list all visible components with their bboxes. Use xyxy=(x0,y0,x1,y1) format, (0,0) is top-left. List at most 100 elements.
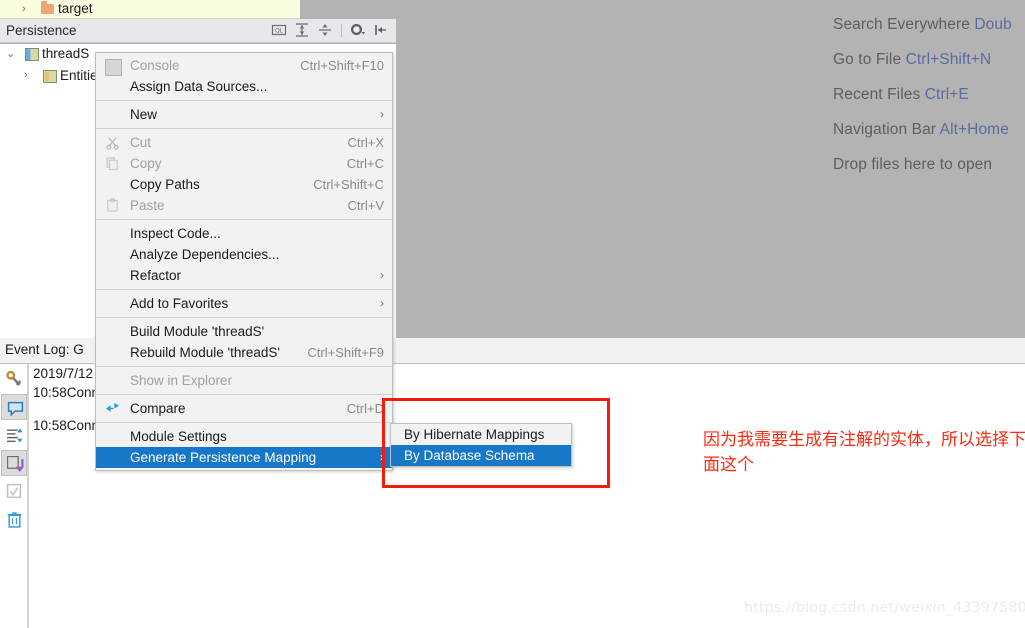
clipboard-icon xyxy=(105,198,120,213)
menu-item-shortcut: Ctrl+D xyxy=(346,401,384,416)
menu-item-label: Analyze Dependencies... xyxy=(130,247,280,262)
menu-separator xyxy=(96,219,392,220)
settings-wrench-icon[interactable] xyxy=(1,366,27,392)
chevron-right-icon[interactable]: › xyxy=(22,3,26,15)
menu-item-module-settings[interactable]: Module Settings xyxy=(96,426,392,447)
menu-item-label: Compare xyxy=(130,401,186,416)
menu-item-shortcut: Ctrl+X xyxy=(347,135,384,150)
console-icon xyxy=(105,59,122,76)
submenu-item-by-database-schema[interactable]: By Database Schema xyxy=(391,445,571,466)
menu-item-label: Paste xyxy=(130,198,165,213)
menu-item-paste[interactable]: Paste Ctrl+V xyxy=(96,195,392,216)
module-icon xyxy=(25,48,39,61)
hint-row-recent-files: Recent Files Ctrl+E xyxy=(833,86,1025,104)
settings-gear-icon[interactable] xyxy=(350,22,366,38)
speech-bubble-icon[interactable] xyxy=(1,394,27,420)
menu-item-build-module[interactable]: Build Module 'threadS' xyxy=(96,321,392,342)
expand-filter-icon[interactable] xyxy=(1,422,27,448)
sql-console-icon[interactable]: QL xyxy=(271,22,287,38)
svg-text:QL: QL xyxy=(275,28,284,35)
menu-item-label: Build Module 'threadS' xyxy=(130,324,265,339)
menu-item-add-to-favorites[interactable]: Add to Favorites › xyxy=(96,293,392,314)
chevron-right-icon: › xyxy=(380,107,384,121)
persistence-title: Persistence xyxy=(6,23,77,38)
hint-label: Drop files here to open xyxy=(833,156,993,173)
context-menu[interactable]: Console Ctrl+Shift+F10 Assign Data Sourc… xyxy=(95,52,393,471)
generate-persistence-mapping-submenu[interactable]: By Hibernate Mappings By Database Schema xyxy=(390,423,572,467)
hint-shortcut: Ctrl+Shift+N xyxy=(905,51,992,68)
chevron-right-icon: › xyxy=(380,450,384,464)
menu-item-label: Copy xyxy=(130,156,162,171)
menu-item-label: Copy Paths xyxy=(130,177,200,192)
menu-separator xyxy=(96,394,392,395)
menu-separator xyxy=(96,289,392,290)
menu-item-console[interactable]: Console Ctrl+Shift+F10 xyxy=(96,55,392,76)
menu-item-label: Console xyxy=(130,58,180,73)
menu-item-cut[interactable]: Cut Ctrl+X xyxy=(96,132,392,153)
hint-label: Go to File xyxy=(833,51,906,68)
hint-row-drop-files: Drop files here to open xyxy=(833,156,1025,174)
soft-wrap-icon[interactable] xyxy=(1,450,27,476)
hint-row-go-to-file: Go to File Ctrl+Shift+N xyxy=(833,51,1025,69)
menu-separator xyxy=(96,422,392,423)
toolbar-divider xyxy=(341,23,342,37)
persistence-tree-item-label: Entitie xyxy=(60,68,98,83)
menu-separator xyxy=(96,100,392,101)
menu-item-label: Rebuild Module 'threadS' xyxy=(130,345,280,360)
menu-separator xyxy=(96,317,392,318)
scissors-icon xyxy=(105,135,120,150)
submenu-item-by-hibernate-mappings[interactable]: By Hibernate Mappings xyxy=(391,424,571,445)
menu-item-shortcut: Ctrl+Shift+F10 xyxy=(300,58,384,73)
menu-separator xyxy=(96,128,392,129)
persistence-toolbar: QL xyxy=(271,22,389,38)
chevron-right-icon[interactable]: › xyxy=(24,69,28,81)
entities-icon xyxy=(43,70,57,83)
menu-item-copy[interactable]: Copy Ctrl+C xyxy=(96,153,392,174)
menu-item-label: Generate Persistence Mapping xyxy=(130,450,317,465)
checkbox-icon[interactable] xyxy=(1,478,27,504)
hint-label: Navigation Bar xyxy=(833,121,940,138)
submenu-item-label: By Hibernate Mappings xyxy=(404,427,545,442)
menu-item-label: Inspect Code... xyxy=(130,226,221,241)
event-log-header: Event Log: G xyxy=(0,341,96,361)
menu-item-label: Assign Data Sources... xyxy=(130,79,268,94)
menu-item-shortcut: Ctrl+V xyxy=(347,198,384,213)
menu-item-copy-paths[interactable]: Copy Paths Ctrl+Shift+C xyxy=(96,174,392,195)
persistence-tool-window-header: Persistence QL xyxy=(0,19,396,43)
menu-item-label: Cut xyxy=(130,135,152,150)
menu-item-label: Module Settings xyxy=(130,429,227,444)
hint-label: Search Everywhere xyxy=(833,16,975,33)
menu-item-inspect-code[interactable]: Inspect Code... xyxy=(96,223,392,244)
hint-label: Recent Files xyxy=(833,86,925,103)
menu-item-show-in-explorer[interactable]: Show in Explorer xyxy=(96,370,392,391)
hide-panel-icon[interactable] xyxy=(373,22,389,38)
menu-item-analyze-dependencies[interactable]: Analyze Dependencies... xyxy=(96,244,392,265)
collapse-all-icon[interactable] xyxy=(317,22,333,38)
menu-item-compare[interactable]: Compare Ctrl+D xyxy=(96,398,392,419)
chevron-down-icon[interactable]: ⌄ xyxy=(6,47,15,60)
menu-item-label: New xyxy=(130,107,158,122)
menu-item-label: Add to Favorites xyxy=(130,296,229,311)
hint-shortcut: Alt+Home xyxy=(939,121,1009,138)
menu-item-assign-data-sources[interactable]: Assign Data Sources... xyxy=(96,76,392,97)
folder-icon xyxy=(41,1,54,14)
menu-item-generate-persistence-mapping[interactable]: Generate Persistence Mapping › xyxy=(96,447,392,468)
event-log-title: Event Log: G xyxy=(5,342,84,357)
hint-shortcut: Doub xyxy=(974,16,1012,33)
hint-shortcut: Ctrl+E xyxy=(924,86,969,103)
copy-icon xyxy=(105,156,120,171)
menu-item-shortcut: Ctrl+C xyxy=(346,156,384,171)
event-log-toolbar xyxy=(0,364,28,628)
hint-row-navigation-bar: Navigation Bar Alt+Home xyxy=(833,121,1025,139)
editor-empty-hints: Search Everywhere Doub Go to File Ctrl+S… xyxy=(833,16,1025,191)
menu-item-refactor[interactable]: Refactor › xyxy=(96,265,392,286)
menu-item-shortcut: Ctrl+Shift+F9 xyxy=(307,345,384,360)
project-tree-row-target[interactable]: › target xyxy=(0,0,300,19)
menu-item-new[interactable]: New › xyxy=(96,104,392,125)
chevron-right-icon: › xyxy=(380,296,384,310)
expand-all-icon[interactable] xyxy=(294,22,310,38)
trash-icon[interactable] xyxy=(1,506,27,532)
menu-item-rebuild-module[interactable]: Rebuild Module 'threadS' Ctrl+Shift+F9 xyxy=(96,342,392,363)
chevron-right-icon: › xyxy=(380,268,384,282)
hint-row-search-everywhere: Search Everywhere Doub xyxy=(833,16,1025,34)
